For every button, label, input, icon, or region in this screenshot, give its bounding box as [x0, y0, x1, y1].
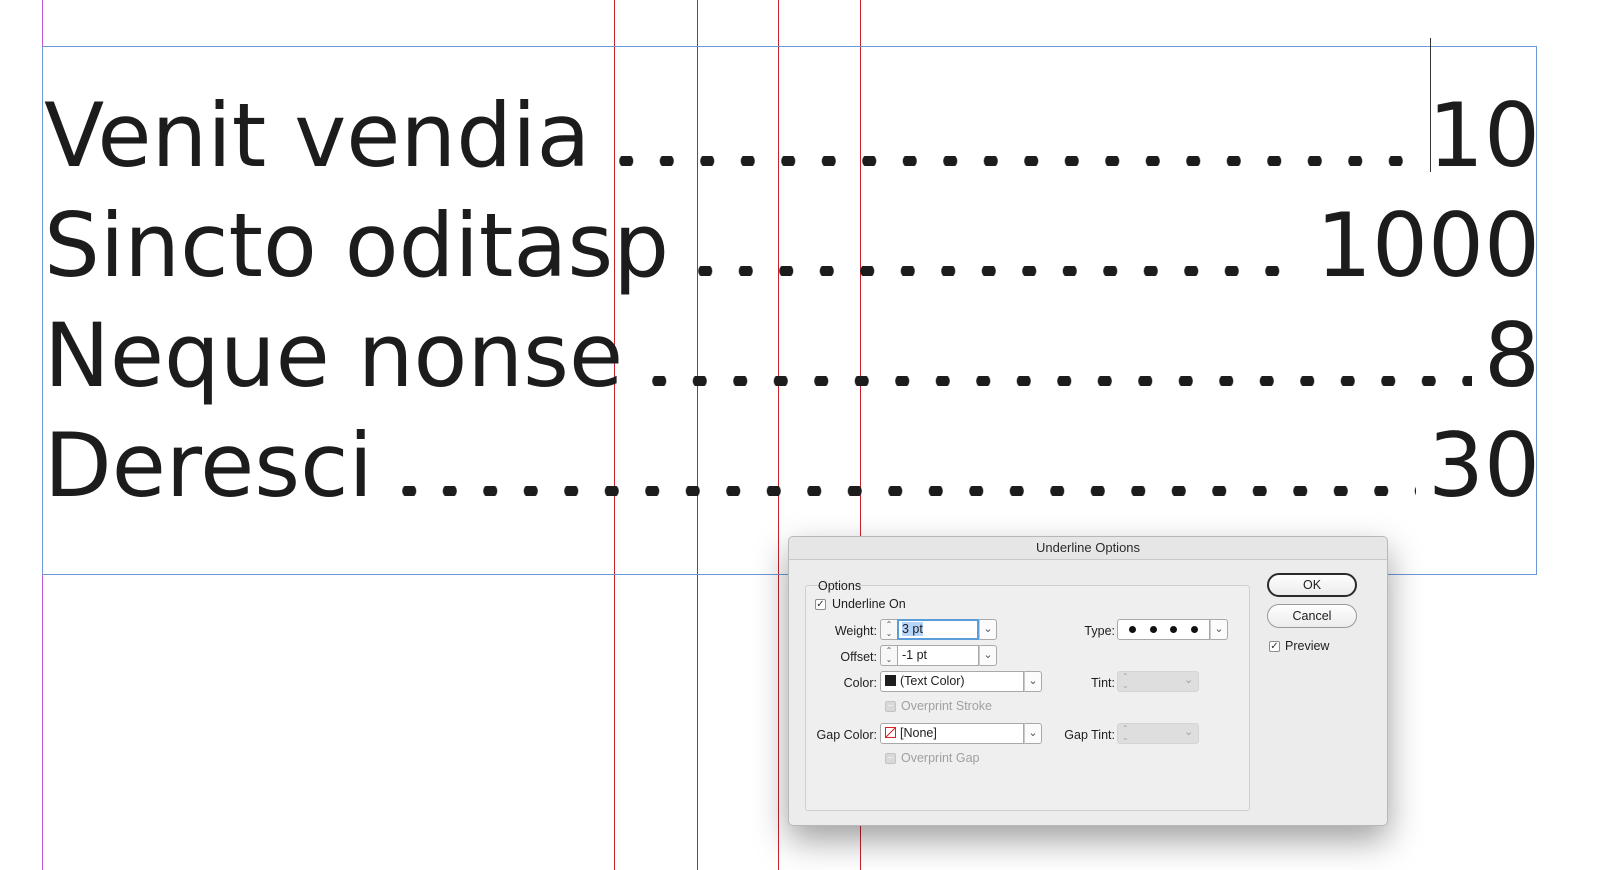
dot-leader [388, 486, 1417, 496]
weight-stepper[interactable]: ⌃ ⌄ [880, 619, 897, 640]
color-label: Color: [843, 676, 877, 690]
overprint-stroke-label: Overprint Stroke [901, 699, 993, 713]
underline-on-label: Underline On [832, 597, 906, 611]
toc-line[interactable]: Venit vendia 10 [44, 76, 1540, 188]
tint-label: Tint: [1091, 676, 1115, 690]
none-swatch-icon [885, 727, 896, 738]
toc-page-number: 8 [1484, 304, 1540, 407]
color-swatch-icon [885, 675, 896, 686]
cancel-button[interactable]: Cancel [1267, 604, 1357, 628]
dot-icon [1128, 626, 1136, 633]
dot-icon [1170, 626, 1178, 633]
options-group-title: Options [818, 579, 862, 593]
overprint-stroke-checkbox[interactable] [885, 701, 896, 712]
weight-dropdown-button[interactable]: ⌄ [979, 619, 997, 640]
tint-dropdown-icon: ⌄ [1184, 674, 1194, 686]
gap-color-label: Gap Color: [816, 728, 877, 742]
gap-tint-dropdown-icon: ⌄ [1184, 726, 1194, 738]
toc-entry-title: Sincto oditasp [44, 194, 670, 297]
toc-line[interactable]: Deresci 30 [44, 406, 1540, 518]
dot-leader [685, 266, 1305, 276]
toc-page-number: 1000 [1316, 194, 1540, 297]
dialog-title: Underline Options [789, 537, 1387, 560]
toc-line[interactable]: Neque nonse 8 [44, 296, 1540, 408]
type-select[interactable] [1117, 619, 1210, 640]
toc-entry-title: Venit vendia [44, 84, 591, 187]
underline-options-dialog: Underline Options Options Underline On W… [788, 536, 1388, 826]
offset-field[interactable]: -1 pt [897, 645, 979, 666]
overprint-gap-label: Overprint Gap [901, 751, 980, 765]
color-value: (Text Color) [900, 674, 965, 688]
offset-dropdown-button[interactable]: ⌄ [979, 645, 997, 666]
dot-icon [1149, 626, 1157, 633]
toc-line[interactable]: Sincto oditasp 1000 [44, 186, 1540, 298]
underline-on-checkbox[interactable] [815, 599, 826, 610]
offset-stepper[interactable]: ⌃ ⌄ [880, 645, 897, 666]
weight-label: Weight: [834, 624, 877, 638]
dot-leader [639, 376, 1472, 386]
preview-checkbox[interactable] [1269, 641, 1280, 652]
preview-label: Preview [1285, 639, 1330, 653]
toc-entry-title: Neque nonse [44, 304, 624, 407]
color-dropdown-button[interactable]: ⌄ [1024, 671, 1042, 692]
offset-label: Offset: [840, 650, 877, 664]
type-dropdown-button[interactable]: ⌄ [1210, 619, 1228, 640]
text-cursor [1430, 38, 1431, 172]
color-select[interactable]: (Text Color) [880, 671, 1024, 692]
overprint-gap-checkbox[interactable] [885, 753, 896, 764]
ok-button[interactable]: OK [1267, 573, 1357, 597]
dot-icon [1191, 626, 1199, 633]
dot-leader [606, 156, 1417, 166]
toc-entry-title: Deresci [44, 414, 373, 517]
toc-page-number: 30 [1428, 414, 1540, 517]
gap-color-select[interactable]: [None] [880, 723, 1024, 744]
type-label: Type: [1084, 624, 1115, 638]
toc-page-number: 10 [1428, 84, 1540, 187]
gap-color-value: [None] [900, 726, 937, 740]
weight-value: 3 pt [902, 622, 923, 636]
gap-tint-label: Gap Tint: [1064, 728, 1115, 742]
weight-field[interactable]: 3 pt [897, 619, 979, 640]
